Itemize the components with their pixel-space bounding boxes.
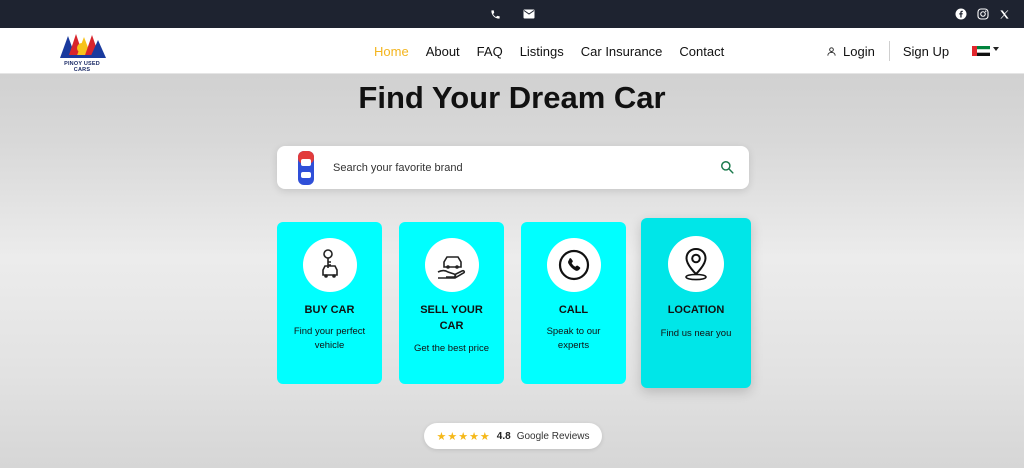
card-description: Get the best price [414,343,489,354]
page-title: Find Your Dream Car [358,80,666,115]
car-in-hand-icon [437,256,466,279]
card-icon-circle [668,236,724,292]
user-icon [827,46,836,56]
top-bar [0,0,1024,28]
star-rating-icon: ★★★★★ [436,430,491,443]
x-twitter-icon[interactable] [999,9,1010,20]
logo-graphic [60,34,106,58]
search-input[interactable] [333,157,693,179]
card-description: Find your perfect vehicle [293,326,366,351]
card-sell-car[interactable]: SELL YOUR CAR Get the best price [399,222,504,384]
card-title: CALL [558,304,589,316]
nav-listings[interactable]: Listings [520,44,564,59]
main-nav: Home About FAQ Listings Car Insurance Co… [374,28,724,74]
rating-value: 4.8 [496,430,511,442]
nav-home[interactable]: Home [374,44,409,59]
card-title: LOCATION [667,304,725,316]
card-call[interactable]: CALL Speak to our experts [521,222,626,384]
nav-contact[interactable]: Contact [679,44,724,59]
email-icon[interactable] [523,9,535,19]
card-location[interactable]: LOCATION Find us near you [641,218,751,388]
car-top-view-icon [298,151,314,185]
card-title: SELL YOUR CAR [420,304,483,332]
card-icon-circle [547,238,601,292]
auth-links: Login Sign Up [826,28,949,74]
login-label: Login [843,43,875,59]
search-icon[interactable] [720,160,734,179]
card-description: Find us near you [660,328,732,339]
contact-icons [490,9,535,20]
site-logo[interactable]: PINOY USED CARS [56,32,108,73]
card-icon-circle [303,238,357,292]
social-icons [955,0,1010,28]
nav-car-insurance[interactable]: Car Insurance [581,44,663,59]
navbar: PINOY USED CARS Home About FAQ Listings … [0,28,1024,74]
logo-text: PINOY USED CARS [64,61,100,73]
card-icon-circle [425,238,479,292]
google-reviews-badge[interactable]: ★★★★★ 4.8 Google Reviews [424,423,602,449]
card-title: BUY CAR [304,304,355,316]
car-key-icon [322,249,338,278]
language-selector[interactable] [972,46,999,56]
nav-faq[interactable]: FAQ [477,44,503,59]
card-buy-car[interactable]: BUY CAR Find your perfect vehicle [277,222,382,384]
location-pin-icon [685,247,707,281]
uae-flag-icon [972,46,990,56]
caret-down-icon [993,47,999,51]
instagram-icon[interactable] [977,8,989,20]
card-description: Speak to our experts [546,326,601,351]
reviews-label: Google Reviews [516,430,590,442]
phone-icon[interactable] [490,9,501,20]
nav-divider [888,41,890,61]
search-bar [277,146,749,189]
nav-about[interactable]: About [426,44,460,59]
phone-icon [558,249,590,281]
signup-link[interactable]: Sign Up [903,44,949,59]
facebook-icon[interactable] [955,8,967,20]
login-link[interactable]: Login [826,44,875,59]
